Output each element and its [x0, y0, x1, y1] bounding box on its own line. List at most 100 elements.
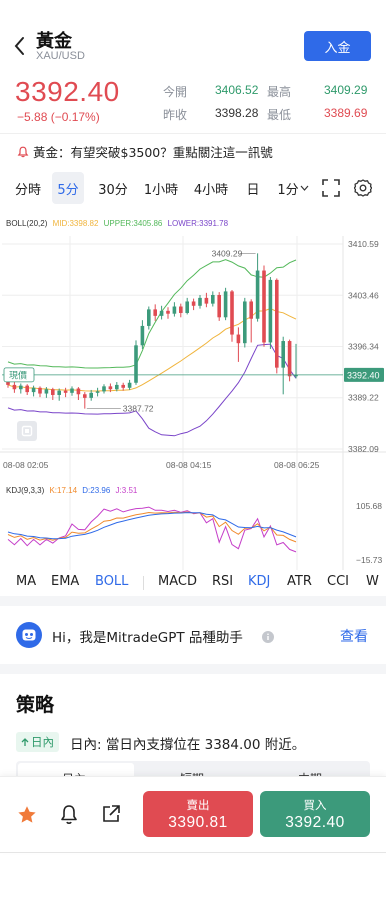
- x-tick-label: 08-08 02:05: [3, 460, 49, 470]
- low-marker-label: 3387.72: [123, 404, 154, 414]
- high-label: 最高: [267, 85, 292, 99]
- candle-body: [70, 388, 74, 393]
- candle-body: [255, 270, 260, 319]
- boll-mid: MID:3398.82: [52, 219, 99, 228]
- info-button[interactable]: [262, 628, 274, 647]
- section-gap: [0, 664, 386, 674]
- candle-body: [236, 334, 241, 344]
- candle-body: [83, 394, 87, 398]
- candle-body: [102, 386, 106, 392]
- indicator-ema[interactable]: EMA: [51, 574, 79, 594]
- candle-body: [89, 392, 93, 398]
- tab-timeframe-1h[interactable]: 1小時: [140, 172, 182, 204]
- strategy-tag: 日內: [16, 732, 59, 752]
- y-tick-label: 3389.22: [348, 393, 379, 403]
- price-change: −5.88 (−0.17%): [17, 110, 100, 124]
- tab-timeframe-4h[interactable]: 4小時: [190, 172, 232, 204]
- y-tick-label: 3403.46: [348, 290, 379, 300]
- candle-body: [25, 385, 29, 393]
- deposit-button[interactable]: 入金: [304, 31, 371, 61]
- candle-body: [172, 306, 177, 314]
- fullscreen-icon: [322, 179, 340, 197]
- assistant-avatar: [16, 622, 42, 652]
- buy-label: 買入: [303, 798, 327, 812]
- indicator-atr[interactable]: ATR: [287, 574, 312, 594]
- kdj-axis-ticks: 105.68 −15.73: [356, 501, 383, 565]
- favorite-button[interactable]: [17, 805, 37, 829]
- y-tick-label: 3410.59: [348, 239, 379, 249]
- gear-icon: [353, 179, 373, 197]
- chevron-left-icon: [14, 37, 24, 55]
- indicator-ma[interactable]: MA: [16, 574, 36, 594]
- news-headline: 黃金：有望突破$3500？重點關注這一訊號: [33, 145, 273, 160]
- candle-body: [249, 301, 253, 319]
- candle-body: [262, 270, 266, 343]
- open-value: 3406.52: [215, 83, 259, 97]
- price-alert-button[interactable]: [59, 804, 79, 830]
- low-value: 3389.69: [324, 106, 368, 120]
- candle-body: [275, 279, 279, 368]
- candle-body: [268, 279, 273, 343]
- candle-body: [166, 310, 170, 314]
- tab-timeframe-30m[interactable]: 30分: [94, 172, 132, 204]
- indicator-macd[interactable]: MACD: [158, 574, 197, 594]
- x-tick-label: 08-08 04:15: [166, 460, 212, 470]
- strategy-text: 日內: 當日內支撐位在 3384.00 附近。: [70, 737, 306, 753]
- x-tick-label: 08-08 06:25: [274, 460, 320, 470]
- kdj-d: D:23.96: [82, 486, 111, 495]
- bell-icon: [61, 805, 77, 824]
- news-banner[interactable]: 黃金：有望突破$3500？重點關注這一訊號: [17, 142, 273, 161]
- tab-timeframe-day[interactable]: 日: [242, 172, 264, 204]
- back-button[interactable]: [10, 34, 30, 58]
- tab-timeframe-5m[interactable]: 5分: [52, 172, 84, 204]
- candle-body: [44, 389, 49, 394]
- candle-body: [31, 387, 36, 393]
- strategy-tag-label: 日內: [31, 735, 54, 749]
- indicator-kdj[interactable]: KDJ: [248, 574, 270, 594]
- candle-body: [287, 341, 292, 377]
- current-price: 3392.40: [15, 76, 120, 107]
- kdj-tick-bottom: −15.73: [356, 555, 383, 565]
- candle-body: [108, 386, 113, 390]
- timeframe-more-select[interactable]: 1分: [276, 172, 310, 204]
- indicator-boll[interactable]: BOLL: [95, 574, 128, 594]
- candle-body: [57, 390, 61, 395]
- kdj-j-line: [7, 506, 297, 553]
- arrow-up-icon: [21, 737, 29, 746]
- y-tick-label: 3382.09: [348, 444, 379, 454]
- high-marker-label: 3409.29: [212, 248, 243, 258]
- low-label: 最低: [267, 108, 292, 122]
- current-price-axis-label: 3392.40: [347, 370, 380, 380]
- indicator-cci[interactable]: CCI: [327, 574, 349, 594]
- chart-toggle-button[interactable]: [17, 421, 37, 441]
- candle-body: [19, 385, 23, 390]
- candle-body: [115, 384, 119, 390]
- indicator-w[interactable]: W: [366, 574, 386, 594]
- tab-timeframe-tick[interactable]: 分時: [8, 172, 48, 204]
- sell-price: 3390.81: [168, 814, 228, 831]
- layers-icon: [21, 425, 33, 437]
- chevron-down-icon: [300, 185, 309, 191]
- sell-button[interactable]: 賣出 3390.81: [143, 791, 253, 837]
- fullscreen-button[interactable]: [322, 179, 340, 201]
- indicator-rsi[interactable]: RSI: [212, 574, 233, 594]
- buy-button[interactable]: 買入 3392.40: [260, 791, 370, 837]
- chart-settings-button[interactable]: [353, 179, 373, 201]
- candle-body: [243, 301, 247, 344]
- candle-body: [281, 341, 285, 368]
- chart-grid: [0, 236, 386, 570]
- boll-name: BOLL(20,2): [6, 219, 48, 228]
- indicator-separator: [143, 576, 144, 590]
- candle-body: [51, 389, 55, 395]
- share-button[interactable]: [101, 804, 121, 828]
- y-axis-ticks: 3410.59 3403.46 3396.34 3389.22 3382.09: [348, 239, 379, 454]
- candle-body: [95, 391, 100, 393]
- high-value: 3409.29: [324, 83, 368, 97]
- kdj-tick-top: 105.68: [356, 501, 382, 511]
- candle-body: [223, 291, 228, 318]
- candle-body: [121, 384, 125, 388]
- candle-body: [12, 384, 17, 390]
- price-chart[interactable]: 3410.59 3403.46 3396.34 3389.22 3382.09 08-0…: [0, 230, 386, 570]
- assistant-view-link[interactable]: 查看: [340, 626, 368, 646]
- divider: [0, 852, 386, 853]
